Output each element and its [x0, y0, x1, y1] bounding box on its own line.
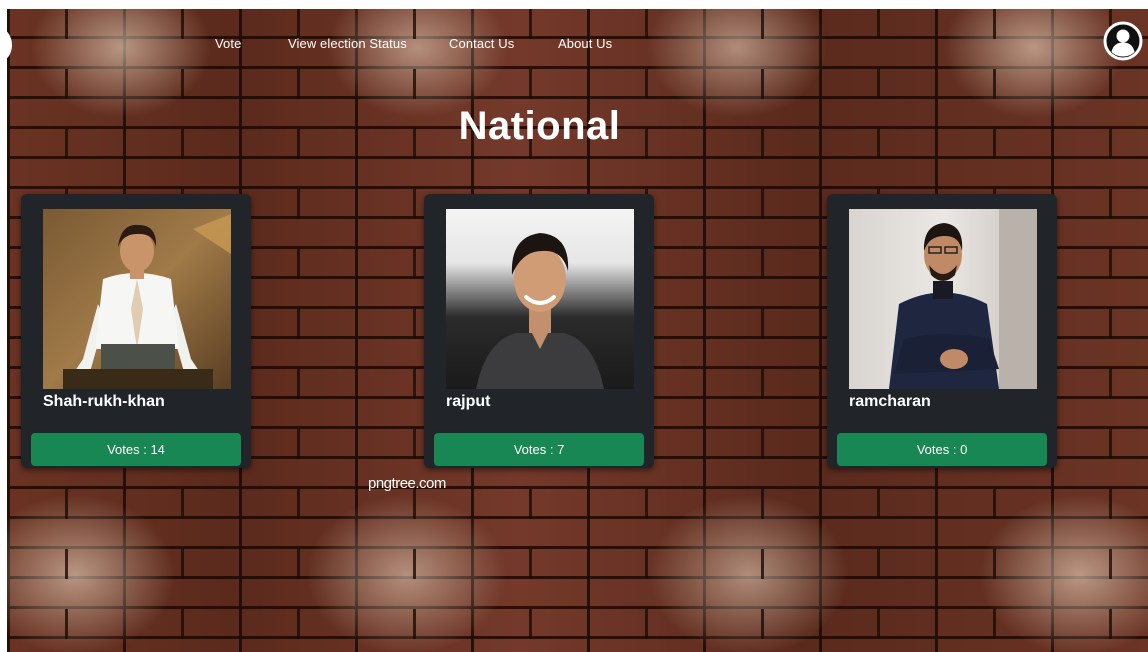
- nav-vote[interactable]: Vote: [215, 36, 241, 51]
- candidate-card: Shah-rukh-khan Votes : 14: [21, 194, 251, 468]
- candidate-card: rajput Votes : 7: [424, 194, 654, 468]
- candidate-photo: [849, 209, 1037, 389]
- candidate-name: Shah-rukh-khan: [43, 393, 165, 410]
- nav-view-election-status[interactable]: View election Status: [288, 36, 407, 51]
- top-navbar: Vote View election Status Contact Us Abo…: [0, 36, 1148, 54]
- candidate-name: ramcharan: [849, 393, 931, 410]
- user-circle-icon[interactable]: [1103, 21, 1143, 61]
- candidate-photo: [43, 209, 231, 389]
- vote-count-button[interactable]: Votes : 0: [837, 433, 1047, 466]
- nav-about-us[interactable]: About Us: [558, 36, 612, 51]
- candidate-card: ramcharan Votes : 0: [827, 194, 1057, 468]
- page-title: National: [458, 104, 621, 148]
- candidate-photo: [446, 209, 634, 389]
- candidate-name: rajput: [446, 393, 491, 410]
- background-watermark: pngtree.com: [368, 475, 446, 492]
- nav-contact-us[interactable]: Contact Us: [449, 36, 514, 51]
- vote-count-button[interactable]: Votes : 14: [31, 433, 241, 466]
- vote-count-button[interactable]: Votes : 7: [434, 433, 644, 466]
